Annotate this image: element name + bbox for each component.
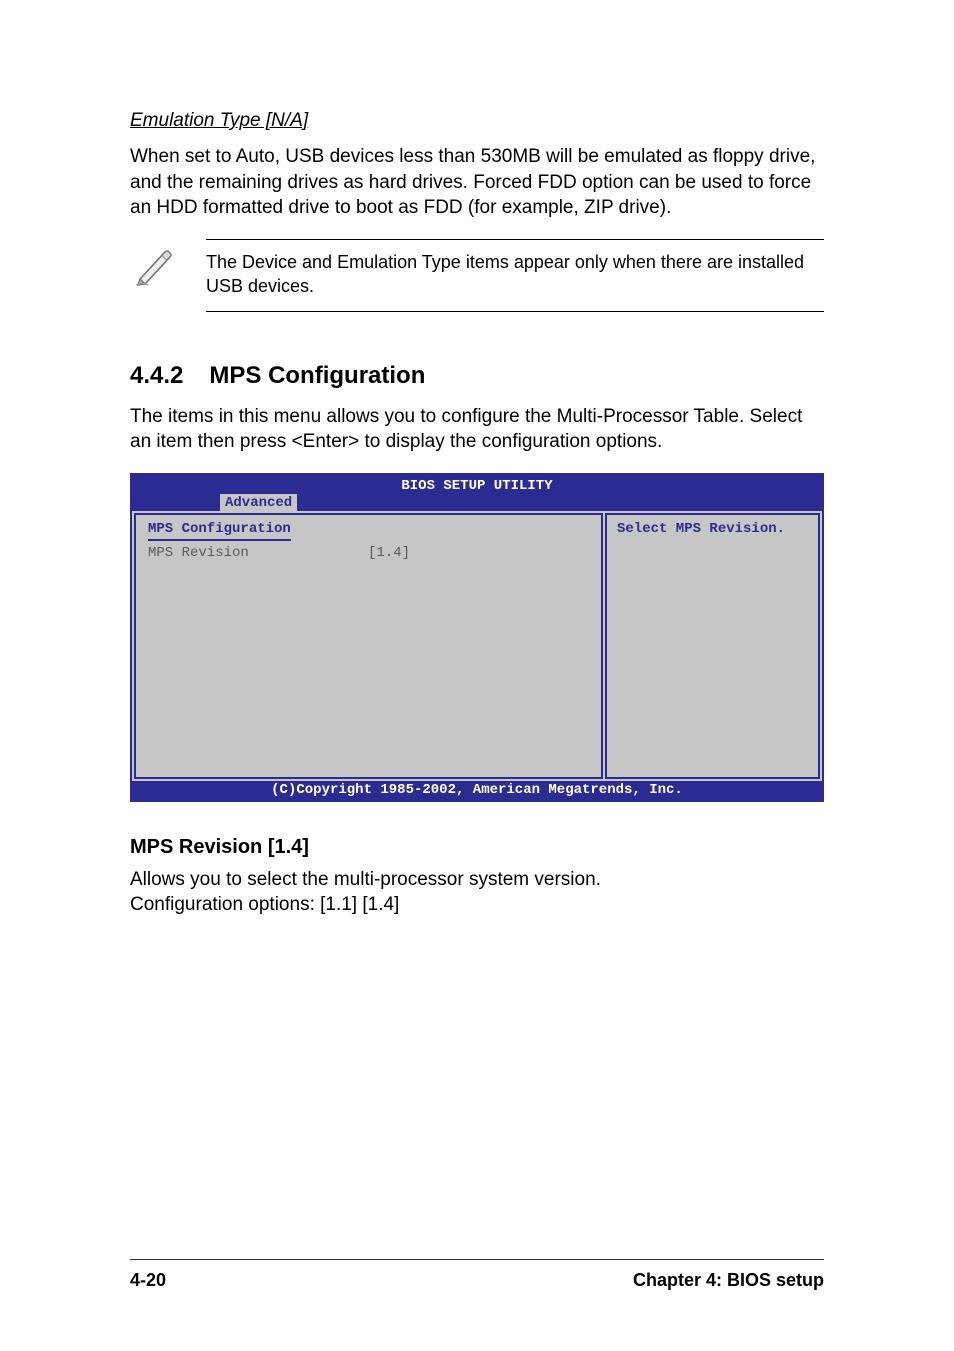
- emulation-type-body: When set to Auto, USB devices less than …: [130, 144, 824, 221]
- bios-tabs: Advanced: [220, 494, 297, 511]
- bios-tab-advanced: Advanced: [220, 494, 297, 511]
- bios-row-label: MPS Revision: [148, 545, 368, 561]
- bios-row: MPS Revision [1.4]: [148, 545, 589, 561]
- bios-screenshot: BIOS SETUP UTILITY Advanced MPS Configur…: [130, 473, 824, 802]
- note-text-container: The Device and Emulation Type items appe…: [206, 239, 824, 312]
- bios-left-title: MPS Configuration: [148, 521, 291, 541]
- bios-header: BIOS SETUP UTILITY Advanced: [132, 475, 822, 511]
- option-text-1: Allows you to select the multi-processor…: [130, 867, 824, 893]
- note-callout: The Device and Emulation Type items appe…: [130, 239, 824, 312]
- section-number: 4.4.2: [130, 362, 183, 390]
- page-number: 4-20: [130, 1270, 166, 1291]
- page-footer: 4-20 Chapter 4: BIOS setup: [130, 1259, 824, 1291]
- chapter-label: Chapter 4: BIOS setup: [633, 1270, 824, 1291]
- option-heading: MPS Revision [1.4]: [130, 836, 824, 859]
- bios-body: MPS Configuration MPS Revision [1.4] Sel…: [132, 511, 822, 781]
- section-title: MPS Configuration: [209, 362, 425, 389]
- option-text-2: Configuration options: [1.1] [1.4]: [130, 892, 824, 918]
- bios-left-panel: MPS Configuration MPS Revision [1.4]: [134, 513, 603, 779]
- bios-row-value: [1.4]: [368, 545, 410, 561]
- bios-right-panel: Select MPS Revision.: [605, 513, 820, 779]
- bios-footer: (C)Copyright 1985-2002, American Megatre…: [132, 781, 822, 800]
- pencil-icon: [134, 245, 176, 287]
- section-intro: The items in this menu allows you to con…: [130, 404, 824, 455]
- section-heading: 4.4.2 MPS Configuration: [130, 362, 824, 390]
- bios-help-text: Select MPS Revision.: [617, 521, 808, 537]
- emulation-type-heading: Emulation Type [N/A]: [130, 110, 824, 132]
- bios-header-title: BIOS SETUP UTILITY: [132, 477, 822, 494]
- note-text: The Device and Emulation Type items appe…: [206, 250, 824, 299]
